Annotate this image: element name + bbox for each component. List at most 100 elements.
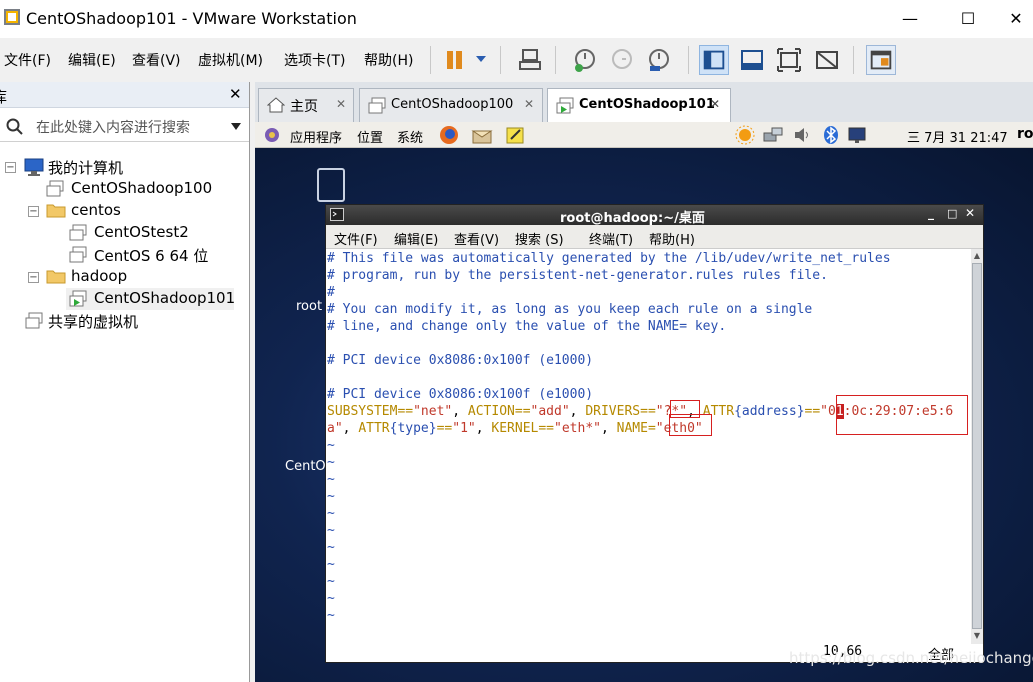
empty-line-marker: ~ [327,540,335,555]
empty-line-marker: ~ [327,608,335,623]
terminal-menu-view[interactable]: 查看(V) [454,229,499,248]
snapshot-icon[interactable] [570,45,600,75]
vm-icon [69,246,87,263]
terminal-menu-file[interactable]: 文件(F) [334,229,378,248]
tree-item-my-computer[interactable]: 我的计算机 [48,157,123,179]
rule-value: "1" [452,421,476,436]
network-icon[interactable] [762,125,784,145]
chevron-down-icon[interactable] [230,122,242,131]
menu-edit[interactable]: 编辑(E) [68,50,116,70]
tree-item-folder[interactable]: centos [71,201,121,223]
chevron-down-icon[interactable] [474,54,488,64]
close-button[interactable]: ✕ [998,4,1033,34]
display-icon[interactable] [847,125,869,145]
update-notifier-icon[interactable] [735,125,755,145]
terminal-minimize-button[interactable]: _ [928,206,934,220]
show-library-icon[interactable] [699,45,729,75]
desktop-label-home[interactable]: root [296,299,322,314]
window-title: CentOShadoop101 - VMware Workstation [26,9,357,28]
terminal-menu-help[interactable]: 帮助(H) [649,229,695,248]
send-ctrl-alt-del-icon[interactable] [515,45,545,75]
unity-icon[interactable] [812,45,842,75]
terminal-scrollbar[interactable]: ▲ ▼ [971,249,983,644]
thumbnail-bar-icon[interactable] [737,45,767,75]
terminal-maximize-button[interactable]: □ [947,207,957,220]
tab-label: CentOShadoop100 [391,97,514,112]
clock[interactable]: 三 7月 31 21:47 [907,127,1008,146]
comment-line: # PCI device 0x8086:0x100f (e1000) [327,353,594,368]
scrollbar-thumb[interactable] [972,263,982,629]
collapse-toggle[interactable]: − [5,162,16,173]
menu-help[interactable]: 帮助(H) [364,50,413,70]
computer-desktop-icon[interactable] [317,168,345,202]
tree-item-vm[interactable]: CentOStest2 [94,223,189,245]
collapse-toggle[interactable]: − [28,206,39,217]
vim-editor[interactable]: # This file was automatically generated … [326,249,971,644]
tab-vm-active[interactable]: CentOShadoop101 ✕ [547,88,731,122]
pause-icon[interactable] [440,45,470,75]
user-menu[interactable]: ro [1017,126,1033,142]
vm-icon [69,224,87,241]
applications-menu[interactable]: 应用程序 [290,127,342,146]
empty-line-marker: ~ [327,472,335,487]
snapshot-manager-icon[interactable] [644,45,674,75]
firefox-icon[interactable] [439,125,459,145]
rule-value: "net" [413,404,453,419]
tab-close-icon[interactable]: ✕ [710,97,720,111]
gnome-desktop: root CentO root@hadoop:~/桌面 _ □ ✕ 文件(F) … [255,148,1033,682]
vm-icon [368,97,386,114]
empty-line-marker: ~ [327,591,335,606]
search-icon [6,118,23,135]
tab-home[interactable]: 主页 ✕ [258,88,354,122]
terminal-titlebar: root@hadoop:~/桌面 _ □ ✕ [326,205,983,226]
mail-icon[interactable] [471,125,493,145]
menu-file[interactable]: 文件(F) [4,50,51,70]
guest-screen[interactable]: 应用程序 位置 系统 三 7月 31 21:47 ro root CentO r… [255,122,1033,682]
tab-vm[interactable]: CentOShadoop100 ✕ [359,88,543,122]
toolbar-separator [688,46,689,74]
terminal-menu-search[interactable]: 搜索 (S) [515,229,564,248]
tree-item-vm-selected[interactable]: CentOShadoop101 [94,289,235,311]
empty-line-marker: ~ [327,523,335,538]
scroll-down-icon[interactable]: ▼ [972,631,982,641]
vm-running-icon [556,97,574,114]
library-search[interactable]: 在此处键入内容进行搜索 [0,110,249,142]
empty-line-marker: ~ [327,574,335,589]
tab-close-icon[interactable]: ✕ [336,97,346,111]
tree-item-folder[interactable]: hadoop [71,267,127,289]
maximize-button[interactable]: ☐ [950,4,986,34]
menu-view[interactable]: 查看(V) [132,50,181,70]
console-view-icon[interactable] [866,45,896,75]
system-menu[interactable]: 系统 [397,127,423,146]
terminal-menu-edit[interactable]: 编辑(E) [394,229,438,248]
search-input[interactable]: 在此处键入内容进行搜索 [36,117,190,137]
tab-close-icon[interactable]: ✕ [524,97,534,111]
menu-vm[interactable]: 虚拟机(M) [198,50,263,70]
gnome-top-panel: 应用程序 位置 系统 三 7月 31 21:47 ro [255,122,1033,148]
places-menu[interactable]: 位置 [357,127,383,146]
terminal-menu-terminal[interactable]: 终端(T) [589,229,633,248]
volume-icon[interactable] [792,125,812,145]
terminal-close-button[interactable]: ✕ [965,206,975,220]
terminal-window[interactable]: root@hadoop:~/桌面 _ □ ✕ 文件(F) 编辑(E) 查看(V)… [325,204,984,663]
tree-item-shared[interactable]: 共享的虚拟机 [48,311,138,333]
full-screen-icon[interactable] [774,45,804,75]
minimize-button[interactable]: — [892,4,928,34]
vmware-app-icon [4,9,20,25]
tree-item-vm[interactable]: CentOS 6 64 位 [94,245,208,267]
tree-item-vm[interactable]: CentOShadoop100 [71,179,212,201]
empty-line-marker: ~ [327,455,335,470]
revert-snapshot-icon [612,49,632,69]
empty-line-marker: ~ [327,438,335,453]
desktop-label-trash[interactable]: CentO [285,459,326,474]
tab-label: 主页 [290,99,318,115]
scroll-up-icon[interactable]: ▲ [972,251,982,261]
notes-icon[interactable] [505,125,525,145]
collapse-toggle[interactable]: − [28,272,39,283]
shared-vm-icon [25,312,43,329]
comment-line: # [327,285,335,300]
bluetooth-icon[interactable] [822,125,840,145]
library-close-icon[interactable]: ✕ [229,85,242,103]
menu-tabs[interactable]: 选项卡(T) [284,50,345,70]
computer-icon [24,158,44,176]
